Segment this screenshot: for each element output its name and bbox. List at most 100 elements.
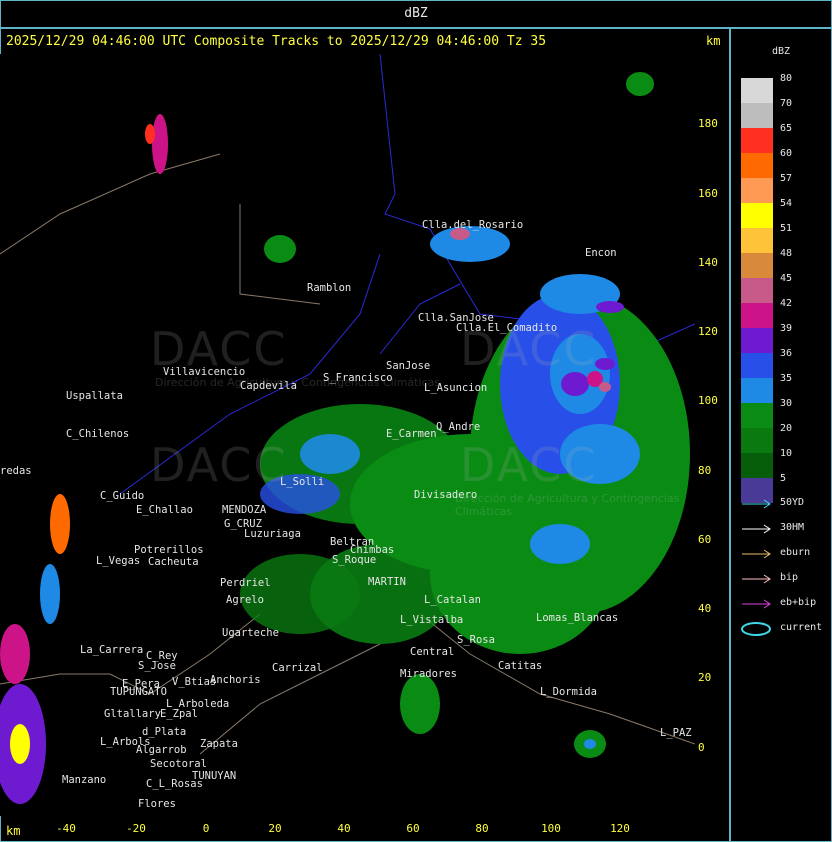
place-label: Central <box>410 646 455 658</box>
place-label: Miradores <box>400 668 457 680</box>
track-legend-label: current <box>780 622 823 633</box>
place-label: C_L_Rosas <box>146 778 203 790</box>
place-label: Ramblon <box>307 282 352 294</box>
x-axis-tick-label: 20 <box>268 822 282 835</box>
radar-echo <box>626 72 654 96</box>
radar-echo <box>152 114 168 174</box>
y-axis-tick-label: 80 <box>698 464 712 477</box>
place-label: redas <box>0 465 32 477</box>
y-axis-tick-label: 180 <box>698 117 718 130</box>
place-label: Lomas_Blancas <box>536 612 619 624</box>
legend-swatch <box>741 153 773 178</box>
y-axis-tick-label: 140 <box>698 256 718 269</box>
radar-echo <box>530 524 590 564</box>
track-arrow-icon <box>742 599 771 609</box>
place-label: SanJose <box>386 360 431 372</box>
place-label: L_Catalan <box>424 594 481 606</box>
legend-swatch <box>741 253 773 278</box>
legend-swatch <box>741 378 773 403</box>
legend-value: 60 <box>780 148 793 159</box>
legend-value: 45 <box>780 273 793 284</box>
y-axis-tick-label: 160 <box>698 187 718 200</box>
legend-swatch <box>741 428 773 453</box>
place-label: L_Solli <box>280 476 325 488</box>
place-label: L_Vegas <box>96 555 141 567</box>
place-label: Manzano <box>62 774 107 786</box>
legend-swatch <box>741 453 773 478</box>
place-label: Agrelo <box>226 594 264 606</box>
track-legend-label: 30HM <box>780 522 805 533</box>
legend-swatch <box>741 328 773 353</box>
legend-value: 65 <box>780 123 793 134</box>
current-ellipse-icon <box>741 622 771 636</box>
place-label: Luzuriaga <box>244 528 301 540</box>
place-label: S_Jose <box>138 660 176 672</box>
legend-value: 30 <box>780 398 793 409</box>
radar-echo <box>50 494 70 554</box>
legend-swatch <box>741 353 773 378</box>
border-line <box>0 153 221 255</box>
radar-echo <box>300 434 360 474</box>
place-label: S_Francisco <box>323 372 393 384</box>
track-legend-item: 30HM <box>740 522 830 536</box>
legend-value: 57 <box>780 173 793 184</box>
watermark-subtitle: Dirección de Agricultura y Contingencias… <box>455 492 680 518</box>
legend-swatch <box>741 103 773 128</box>
place-label: Villavicencio <box>163 366 246 378</box>
track-arrow-icon <box>742 574 771 584</box>
legend-swatch <box>741 403 773 428</box>
place-label: C_Guido <box>100 490 145 502</box>
place-label: Zapata <box>200 738 238 750</box>
x-axis-tick-label: 0 <box>202 822 210 835</box>
track-arrow-icon <box>742 499 771 509</box>
place-label: L_PAZ <box>660 727 692 739</box>
watermark-logo-text: DACC <box>150 438 288 492</box>
place-label: Encon <box>585 247 617 259</box>
x-axis-tick-label: -40 <box>56 822 76 835</box>
place-label: E_Zpal <box>160 708 198 720</box>
radar-echo <box>145 124 155 144</box>
radar-echo <box>400 674 440 734</box>
place-label: Capdevila <box>240 380 297 392</box>
legend-value: 42 <box>780 298 793 309</box>
place-label: Perdriel <box>220 577 271 589</box>
legend-swatch <box>741 178 773 203</box>
radar-echo <box>430 226 510 262</box>
legend-swatch <box>741 203 773 228</box>
legend-swatch <box>741 278 773 303</box>
place-label: E_Challao <box>136 504 193 516</box>
place-label: Gltallary <box>104 708 161 720</box>
track-legend-item: eb+bip <box>740 597 830 611</box>
legend-value: 20 <box>780 423 793 434</box>
place-label: Clla.El_Comadito <box>456 322 558 334</box>
x-axis-tick-label: 100 <box>541 822 561 835</box>
place-label: MENDOZA <box>222 504 267 516</box>
x-axis-tick-label: -20 <box>126 822 146 835</box>
track-legend-label: bip <box>780 572 799 583</box>
radar-echo <box>584 739 596 749</box>
place-label: Secotoral <box>150 758 207 770</box>
radar-map[interactable]: DACC DACC DACC DACC Dirección de Agricul… <box>0 54 695 816</box>
radar-echo <box>0 624 30 684</box>
place-label: Divisadero <box>414 489 478 501</box>
y-axis-tick-label: 100 <box>698 394 718 407</box>
place-label: Clla.del_Rosario <box>422 219 524 231</box>
x-axis-tick-label: 40 <box>337 822 351 835</box>
x-axis-tick-label: 120 <box>610 822 630 835</box>
place-label: S_Rosa <box>457 634 495 646</box>
place-label: L_Asuncion <box>424 382 488 394</box>
place-label: Algarrob <box>136 744 187 756</box>
legend-value: 70 <box>780 98 793 109</box>
place-label: La_Carrera <box>80 644 144 656</box>
legend-value: 35 <box>780 373 793 384</box>
km-unit-label-bottom: km <box>6 824 21 838</box>
track-arrow-icon <box>742 549 771 559</box>
legend-title: dBZ <box>772 46 791 57</box>
y-axis-tick-label: 20 <box>698 671 712 684</box>
radar-echo <box>595 358 615 370</box>
y-axis-tick-label: 120 <box>698 325 718 338</box>
timestamp-subtitle: 2025/12/29 04:46:00 UTC Composite Tracks… <box>6 34 547 49</box>
radar-echo <box>40 564 60 624</box>
track-legend-item: current <box>740 622 830 636</box>
watermark-logo-text: DACC <box>460 438 598 492</box>
